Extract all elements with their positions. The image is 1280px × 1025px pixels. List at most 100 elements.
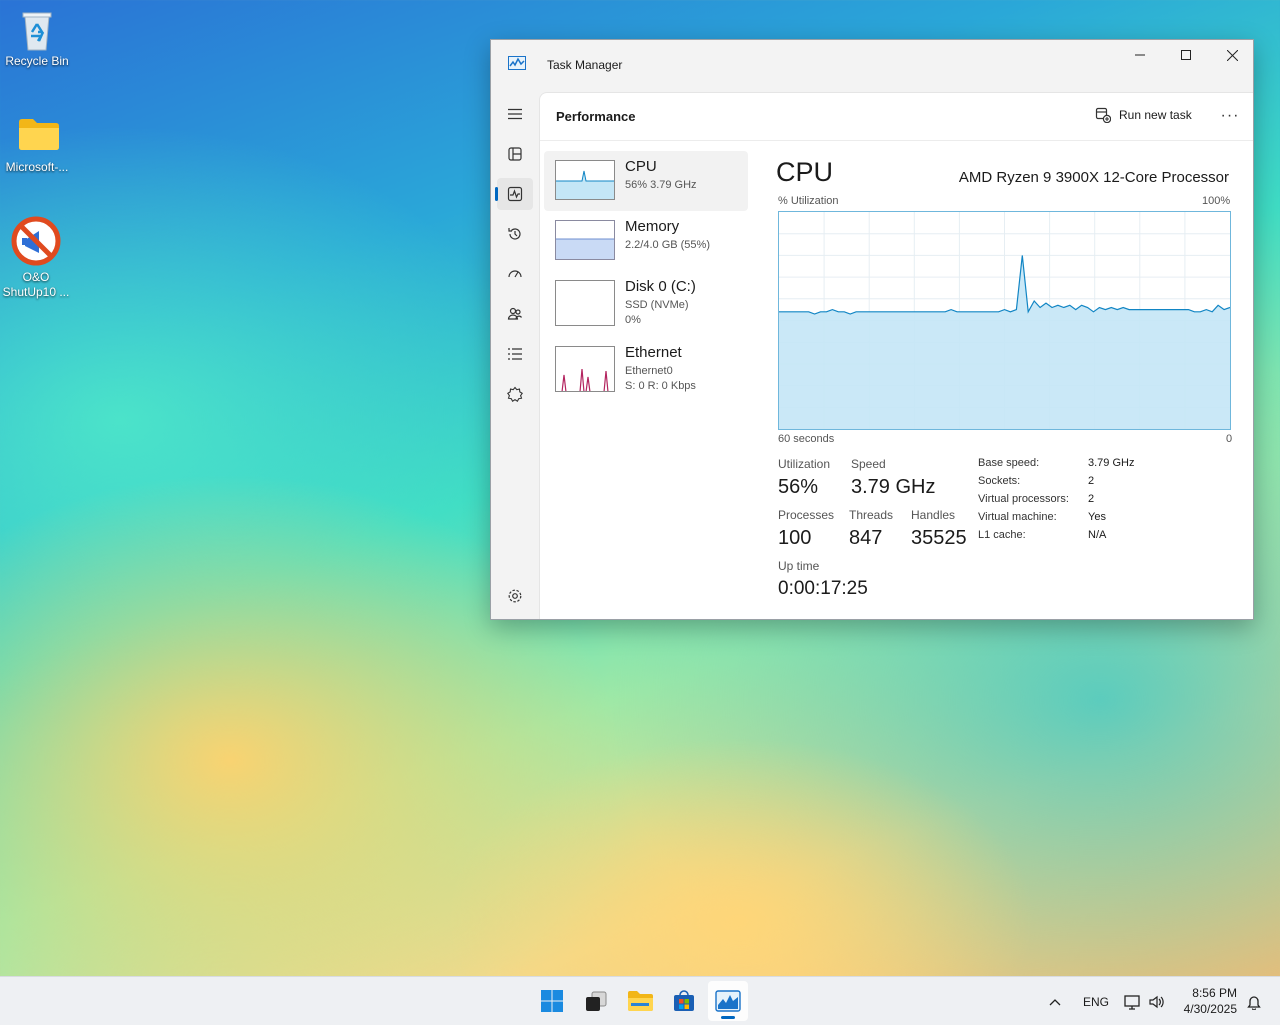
file-explorer-button[interactable]	[620, 981, 660, 1021]
resource-name: Ethernet	[625, 344, 682, 361]
resource-item-ethernet[interactable]: Ethernet Ethernet0 S: 0 R: 0 Kbps	[544, 337, 748, 397]
store-icon	[674, 990, 694, 1011]
desktop-icon-label: Recycle Bin	[5, 54, 69, 68]
resource-detail: 2.2/4.0 GB (55%)	[625, 239, 710, 251]
notifications-button[interactable]	[1246, 977, 1262, 1025]
minimize-button[interactable]	[1117, 40, 1163, 70]
desktop-icon-label-line1: O&O	[22, 270, 50, 284]
more-options-button[interactable]: ···	[1216, 103, 1244, 129]
nav-hamburger-button[interactable]	[497, 98, 533, 130]
network-button[interactable]	[1124, 977, 1142, 1025]
notification-bell-icon	[1247, 995, 1261, 1010]
memory-thumbnail-graph	[555, 220, 615, 260]
desktop-icon-shutup10[interactable]: O&O ShutUp10 ...	[0, 216, 72, 300]
volume-icon	[1149, 995, 1164, 1008]
minimize-icon	[1135, 54, 1145, 56]
handles-value: 35525	[911, 527, 967, 549]
processes-label: Processes	[778, 508, 835, 522]
recycle-bin-icon	[17, 10, 57, 51]
threads-value: 847	[849, 527, 883, 549]
uptime-label: Up time	[778, 559, 820, 573]
close-icon	[1226, 49, 1238, 61]
users-icon	[507, 307, 523, 320]
clock[interactable]: 8:56 PM 4/30/2025	[1184, 985, 1237, 1017]
more-icon: ···	[1220, 107, 1240, 124]
cpu-utilization-graph	[778, 211, 1231, 430]
window-title: Task Manager	[547, 58, 623, 72]
page-title: Performance	[556, 109, 636, 124]
start-button[interactable]	[532, 981, 572, 1021]
base-speed-label: Base speed:	[978, 457, 1040, 469]
clock-time: 8:56 PM	[1192, 986, 1237, 1000]
graph-x-left-label: 60 seconds	[778, 433, 835, 445]
cpu-detail-panel: CPU AMD Ryzen 9 3900X 12-Core Processor …	[776, 141, 1253, 619]
title-bar[interactable]: Task Manager	[491, 40, 1253, 92]
cpu-thumbnail-graph	[555, 160, 615, 200]
task-view-button[interactable]	[576, 981, 616, 1021]
app-history-icon	[508, 228, 521, 240]
base-speed-value: 3.79 GHz	[1088, 457, 1135, 469]
language-indicator[interactable]: ENG	[1083, 977, 1109, 1025]
desktop-icon-recycle-bin[interactable]: Recycle Bin	[1, 10, 73, 69]
run-new-task-button[interactable]: Run new task	[1095, 107, 1192, 123]
store-button[interactable]	[664, 981, 704, 1021]
nav-startup-button[interactable]	[497, 258, 533, 290]
task-manager-window: Task Manager Performance Run new task ··…	[490, 39, 1254, 620]
cpu-graph-canvas	[779, 212, 1231, 429]
speed-value: 3.79 GHz	[851, 476, 936, 498]
ethernet-thumbnail-graph	[555, 346, 615, 392]
nav-app-history-button[interactable]	[497, 218, 533, 250]
l1-cache-label: L1 cache:	[978, 529, 1026, 541]
graph-y-label: % Utilization	[778, 195, 839, 207]
virtual-machine-value: Yes	[1088, 511, 1106, 523]
performance-icon	[507, 186, 523, 202]
language-label: ENG	[1083, 994, 1110, 1009]
utilization-value: 56%	[778, 476, 819, 498]
task-manager-taskbar-button[interactable]	[708, 981, 748, 1021]
virtual-processors-value: 2	[1088, 493, 1095, 505]
nav-processes-button[interactable]	[497, 138, 533, 170]
show-hidden-icons-button[interactable]	[1048, 977, 1062, 1025]
speed-label: Speed	[851, 457, 886, 471]
task-manager-icon	[715, 990, 741, 1012]
desktop-icon-label-line2: ShutUp10 ...	[2, 285, 70, 299]
taskbar: ENG 8:56 PM 4/30/2025	[0, 976, 1280, 1025]
threads-label: Threads	[849, 508, 894, 522]
processes-icon	[508, 147, 522, 161]
graph-y-max-label: 100%	[1202, 195, 1231, 207]
processes-value: 100	[778, 527, 812, 549]
desktop-icon-label: Microsoft-...	[5, 160, 69, 174]
detail-title: CPU	[776, 157, 834, 187]
cpu-model-name: AMD Ryzen 9 3900X 12-Core Processor	[958, 169, 1229, 186]
command-bar: Performance Run new task ···	[540, 93, 1253, 141]
desktop-icon-folder[interactable]: Microsoft-...	[1, 116, 73, 175]
resource-list: CPU 56% 3.79 GHz Memory 2.2/4.0 GB (55%)…	[544, 151, 748, 397]
resource-name: Memory	[625, 218, 680, 235]
startup-icon	[508, 270, 522, 278]
hamburger-icon	[508, 108, 522, 120]
nav-performance-button[interactable]	[495, 178, 533, 210]
l1-cache-value: N/A	[1088, 529, 1107, 541]
services-icon	[507, 386, 523, 402]
volume-button[interactable]	[1148, 977, 1166, 1025]
uptime-value: 0:00:17:25	[778, 578, 868, 599]
resource-item-cpu[interactable]: CPU 56% 3.79 GHz	[544, 151, 748, 211]
resource-item-memory[interactable]: Memory 2.2/4.0 GB (55%)	[544, 211, 748, 271]
close-button[interactable]	[1209, 40, 1255, 70]
network-icon	[1124, 994, 1140, 1010]
nav-details-button[interactable]	[497, 338, 533, 370]
sockets-value: 2	[1088, 475, 1095, 487]
resource-detail: Ethernet0	[625, 365, 673, 377]
nav-settings-button[interactable]	[497, 580, 533, 612]
nav-users-button[interactable]	[497, 298, 533, 330]
disk-thumbnail-graph	[555, 280, 615, 326]
resource-item-disk[interactable]: Disk 0 (C:) SSD (NVMe) 0%	[544, 271, 748, 331]
run-new-task-label: Run new task	[1119, 108, 1192, 122]
task-manager-icon	[508, 56, 526, 70]
resource-detail-2: 0%	[625, 314, 641, 326]
resource-detail-2: S: 0 R: 0 Kbps	[625, 380, 696, 392]
maximize-button[interactable]	[1163, 40, 1209, 70]
settings-icon	[508, 589, 522, 603]
utilization-label: Utilization	[778, 457, 831, 471]
nav-services-button[interactable]	[497, 378, 533, 410]
